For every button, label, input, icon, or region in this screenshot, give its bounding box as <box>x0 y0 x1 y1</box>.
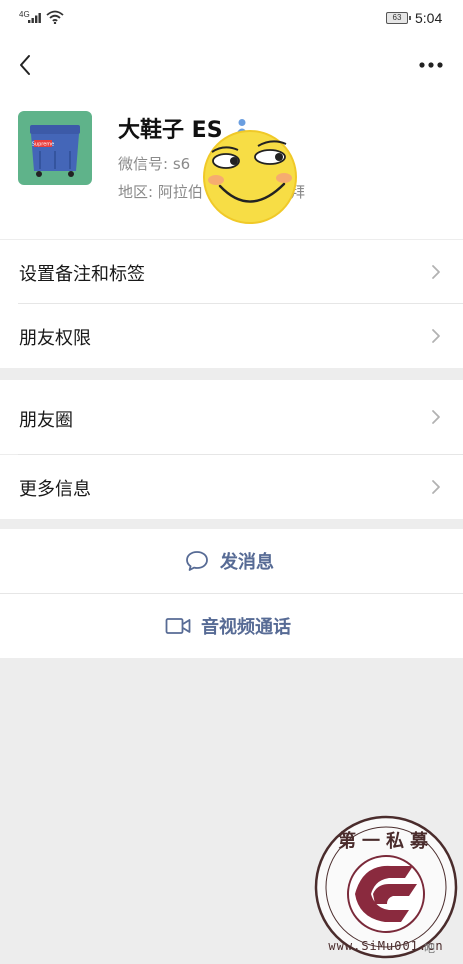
svg-text:Supreme: Supreme <box>32 142 55 148</box>
section-gap <box>0 368 463 380</box>
signal-icon <box>28 13 41 23</box>
more-dots-icon <box>419 62 443 68</box>
chevron-right-icon <box>432 480 440 494</box>
smirk-emoji-sticker <box>203 130 297 224</box>
send-message-label: 发消息 <box>220 552 274 573</box>
more-button[interactable] <box>413 52 449 78</box>
nav-bar <box>0 36 463 96</box>
row-moments[interactable]: 朋友圈 <box>0 380 463 454</box>
row-remark-and-tags[interactable]: 设置备注和标签 <box>0 240 463 304</box>
chevron-right-icon <box>432 265 440 279</box>
chevron-right-icon <box>432 329 440 343</box>
wechat-id: 微信号: s6 <box>118 155 191 173</box>
chevron-left-icon <box>20 55 30 75</box>
battery-icon: 63 <box>386 12 411 24</box>
video-call-button[interactable]: 音视频通话 <box>0 594 463 658</box>
row-friend-permissions[interactable]: 朋友权限 <box>0 304 463 368</box>
wifi-icon <box>46 10 64 24</box>
watermark-seal-logo: 第一私募 www.SiMu001.cn <box>314 815 458 959</box>
row-label: 朋友权限 <box>19 328 91 349</box>
row-more-info[interactable]: 更多信息 <box>0 455 463 519</box>
back-button[interactable] <box>10 50 40 80</box>
video-camera-icon <box>165 618 191 634</box>
send-message-button[interactable]: 发消息 <box>0 529 463 593</box>
row-label: 更多信息 <box>19 479 91 500</box>
row-label: 朋友圈 <box>19 410 73 431</box>
chevron-right-icon <box>432 410 440 424</box>
chat-bubble-icon <box>186 551 208 571</box>
avatar[interactable]: Supreme <box>18 111 92 185</box>
section-gap <box>0 519 463 529</box>
watermark-corner-text: 吧 <box>424 942 435 955</box>
svg-text:第一私募: 第一私募 <box>338 830 434 852</box>
clock: 5:04 <box>415 10 443 26</box>
video-call-label: 音视频通话 <box>201 617 291 638</box>
row-label: 设置备注和标签 <box>19 264 145 285</box>
